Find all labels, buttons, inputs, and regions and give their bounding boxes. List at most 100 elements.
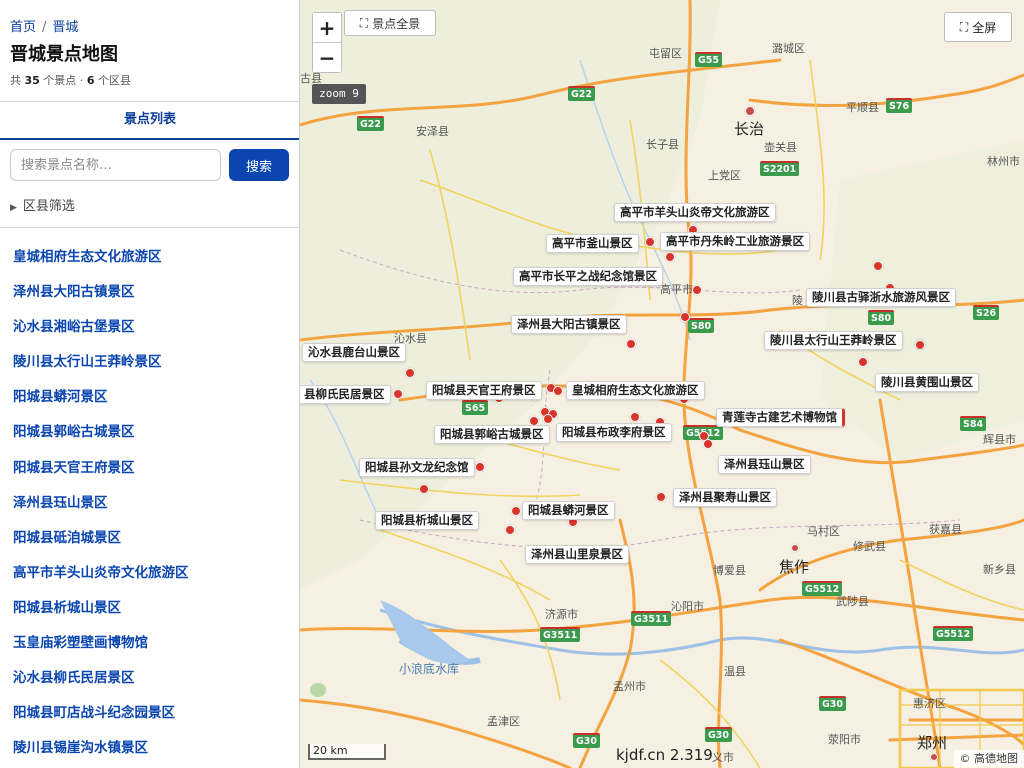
- poi-label[interactable]: 泽州县珏山景区: [718, 455, 811, 474]
- spot-link[interactable]: 陵川县锡崖沟水镇景区: [13, 731, 189, 766]
- poi-label[interactable]: 高平市长平之战纪念馆景区: [513, 267, 663, 286]
- spot-unit: 个景点 ·: [43, 74, 84, 87]
- poi-label[interactable]: 高平市釜山景区: [546, 234, 639, 253]
- highway-shield: G30: [573, 733, 601, 748]
- map-marker[interactable]: [645, 237, 655, 247]
- map-marker[interactable]: [791, 544, 799, 552]
- spot-link[interactable]: 玉皇庙彩塑壁画博物馆: [13, 626, 189, 661]
- place-label: 平顺县: [846, 101, 879, 114]
- place-label: 义市: [712, 751, 734, 764]
- place-label: 孟州市: [613, 680, 646, 693]
- search-button[interactable]: 搜索: [229, 149, 289, 181]
- spot-link[interactable]: 阳城县析城山景区: [13, 591, 189, 626]
- map-marker[interactable]: [405, 368, 415, 378]
- map-marker[interactable]: [873, 261, 883, 271]
- spot-link[interactable]: 阳城县蟒河景区: [13, 380, 189, 415]
- spot-link[interactable]: 皇城相府生态文化旅游区: [13, 240, 189, 275]
- poi-label[interactable]: 泽州县聚寿山景区: [673, 488, 777, 507]
- district-count: 6: [86, 74, 95, 87]
- highway-shield: S76: [886, 98, 913, 113]
- spot-link[interactable]: 陵川县太行山王莽岭景区: [13, 345, 189, 380]
- water-label: 小浪底水库: [399, 662, 460, 676]
- map-marker[interactable]: [393, 389, 403, 399]
- caret-right-icon: ▶: [10, 203, 17, 213]
- city-label: 郑州: [917, 734, 948, 752]
- spot-link[interactable]: 泽州县珏山景区: [13, 486, 189, 521]
- spot-link[interactable]: 阳城县郭峪古城景区: [13, 415, 189, 450]
- overview-label: 景点全景: [372, 16, 421, 31]
- map-marker[interactable]: [511, 506, 521, 516]
- poi-label[interactable]: 阳城县蟒河景区: [522, 501, 615, 520]
- map-marker[interactable]: [930, 753, 938, 761]
- map-marker[interactable]: [745, 106, 755, 116]
- poi-label[interactable]: 陵川县古驿浙水旅游风景区: [806, 288, 956, 307]
- spot-link[interactable]: 阳城县町店战斗纪念园景区: [13, 696, 189, 731]
- tab-spot-list[interactable]: 景点列表: [0, 102, 299, 140]
- poi-label[interactable]: 青莲寺古建艺术博物馆: [716, 408, 845, 427]
- highway-shield: G5512: [933, 626, 974, 641]
- spot-link[interactable]: 阳城县天官王府景区: [13, 451, 189, 486]
- place-label: 沁阳市: [671, 600, 704, 613]
- page-title: 晋城景点地图: [10, 44, 118, 65]
- spot-link[interactable]: 沁水县柳氏民居景区: [13, 661, 189, 696]
- map-marker[interactable]: [703, 439, 713, 449]
- map-marker[interactable]: [553, 386, 563, 396]
- map-marker[interactable]: [665, 252, 675, 262]
- poi-label[interactable]: 阳城县郭峪古城景区: [434, 425, 550, 444]
- city-label: 焦作: [779, 558, 810, 576]
- place-label: 高平市: [660, 283, 693, 296]
- poi-label[interactable]: 沁水县鹿台山景区: [302, 343, 406, 362]
- map-marker[interactable]: [692, 285, 702, 295]
- place-label: 古县: [300, 72, 322, 85]
- map-marker[interactable]: [475, 462, 485, 472]
- map-marker[interactable]: [680, 312, 690, 322]
- place-label: 上党区: [708, 169, 741, 182]
- zoom-in-button[interactable]: +: [313, 13, 341, 42]
- poi-label[interactable]: 皇城相府生态文化旅游区: [566, 381, 705, 400]
- poi-label[interactable]: 泽州县大阳古镇景区: [511, 315, 627, 334]
- breadcrumb-home-link[interactable]: 首页: [10, 20, 36, 35]
- map-marker[interactable]: [626, 339, 636, 349]
- map-marker[interactable]: [630, 412, 640, 422]
- poi-label[interactable]: 县柳氏民居景区: [300, 385, 391, 404]
- expand-icon: ⛶: [959, 19, 969, 34]
- app: 首页 / 晋城 晋城景点地图 共 35 个景点 · 6 个区县 景点列表 搜索 ▶ 区…: [0, 0, 1024, 768]
- breadcrumb-current-link[interactable]: 晋城: [52, 20, 78, 35]
- spot-count: 35: [24, 74, 40, 87]
- spot-link[interactable]: 沁水县湘峪古堡景区: [13, 310, 189, 345]
- place-label: 马村区: [807, 525, 840, 538]
- overview-button[interactable]: ⛶ 景点全景: [344, 10, 436, 36]
- district-filter-toggle[interactable]: ▶ 区县筛选: [10, 195, 75, 214]
- highway-shield: S65: [462, 400, 489, 415]
- poi-label[interactable]: 阳城县析城山景区: [375, 511, 479, 530]
- sidebar: 首页 / 晋城 晋城景点地图 共 35 个景点 · 6 个区县 景点列表 搜索 ▶ 区…: [0, 0, 300, 768]
- place-label: 屯留区: [649, 47, 682, 60]
- spot-link[interactable]: 泽州县大阳古镇景区: [13, 275, 189, 310]
- spot-link[interactable]: 阳城县砥洎城景区: [13, 521, 189, 556]
- spot-link[interactable]: 高平市羊头山炎帝文化旅游区: [13, 556, 189, 591]
- map-view[interactable]: + − ⛶ 景点全景 ⛶ 全屏 zoom 9 屯留区 潞城区 古县 安泽县 长子县 …: [300, 0, 1024, 768]
- poi-label[interactable]: 高平市丹朱岭工业旅游景区: [660, 232, 810, 251]
- map-marker[interactable]: [915, 340, 925, 350]
- search-input[interactable]: [10, 149, 221, 181]
- highway-shield: G22: [357, 116, 385, 131]
- place-label: 潞城区: [772, 42, 805, 55]
- map-marker[interactable]: [505, 525, 515, 535]
- map-marker[interactable]: [656, 492, 666, 502]
- highway-shield: G22: [568, 86, 596, 101]
- poi-label[interactable]: 阳城县孙文龙纪念馆: [359, 458, 475, 477]
- scale-bar: 20 km: [308, 744, 386, 760]
- map-marker[interactable]: [419, 484, 429, 494]
- poi-label[interactable]: 陵川县黄围山景区: [875, 373, 979, 392]
- poi-label[interactable]: 陵川县太行山王莽岭景区: [764, 331, 903, 350]
- highway-shield: G3511: [631, 611, 672, 626]
- map-marker[interactable]: [543, 414, 553, 424]
- poi-label[interactable]: 泽州县山里泉景区: [525, 545, 629, 564]
- poi-label[interactable]: 阳城县天官王府景区: [426, 381, 542, 400]
- map-marker[interactable]: [858, 357, 868, 367]
- fullscreen-button[interactable]: ⛶ 全屏: [944, 12, 1012, 42]
- poi-label[interactable]: 阳城县布政李府景区: [556, 423, 672, 442]
- zoom-out-button[interactable]: −: [313, 43, 341, 72]
- poi-label[interactable]: 高平市羊头山炎帝文化旅游区: [614, 203, 776, 222]
- place-label: 修武县: [853, 540, 886, 553]
